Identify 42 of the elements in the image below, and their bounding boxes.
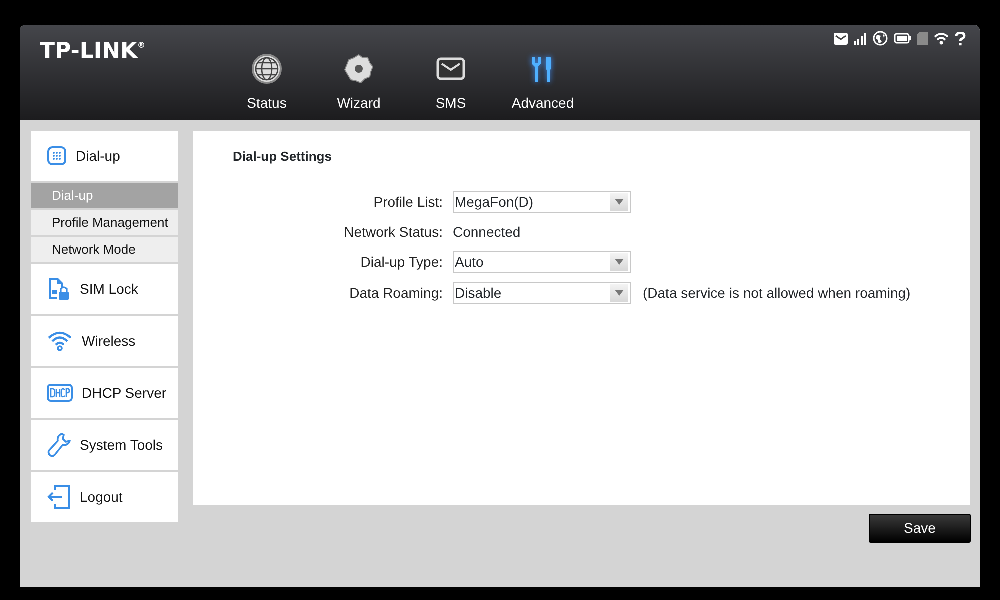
select-field[interactable]: Disable: [453, 282, 631, 304]
field-label: Profile List:: [372, 192, 444, 212]
panel-title: Dial-up Settings: [233, 148, 333, 166]
globe-icon: [873, 31, 888, 46]
sidebar-item[interactable]: System Tools: [31, 420, 178, 470]
nav-tab[interactable]: Advanced: [497, 53, 589, 114]
field-note: (Data service is not allowed when roaming): [643, 284, 911, 303]
nav-tab[interactable]: Status: [221, 53, 313, 114]
help-icon: [955, 32, 966, 46]
save-button[interactable]: Save: [869, 514, 971, 543]
sidebar-item[interactable]: Logout: [31, 472, 178, 522]
caret-icon: [614, 199, 624, 205]
sidebar-item[interactable]: SIM Lock: [31, 264, 178, 314]
field-label: Data Roaming:: [348, 284, 444, 303]
wifi-icon: [934, 32, 949, 45]
field-label: Dial-up Type:: [360, 252, 444, 272]
nav-tab[interactable]: SMS: [405, 53, 497, 114]
sidebar-item[interactable]: Wireless: [31, 316, 178, 366]
globe-icon: [251, 53, 283, 85]
battery-icon: [894, 33, 911, 44]
gear-icon: [343, 53, 375, 85]
field-label: Network Status:: [343, 222, 444, 242]
logout-icon: [47, 484, 71, 510]
caret-icon: [614, 259, 624, 265]
submenu-item[interactable]: Network Mode: [31, 237, 178, 262]
submenu-item[interactable]: Profile Management: [31, 210, 178, 235]
sidebar-item[interactable]: Dial-up: [31, 131, 178, 181]
envelope-icon: [834, 32, 848, 44]
select-field[interactable]: MegaFon(D): [453, 191, 631, 213]
signal-icon: [854, 32, 867, 44]
sd-card-icon: [917, 32, 928, 45]
field-value: Connected: [453, 222, 521, 242]
dhcp-icon: [47, 384, 73, 402]
select-field[interactable]: Auto: [453, 251, 631, 273]
logo: TP-LINK$^{®}$: [40, 38, 146, 66]
caret-icon: [614, 290, 624, 296]
sim-lock-icon: [47, 277, 71, 301]
wrench-icon: [47, 432, 71, 458]
nav-tab[interactable]: Wizard: [313, 53, 405, 114]
wifi-icon: [47, 330, 73, 352]
sidebar-item[interactable]: DHCP Server: [31, 368, 178, 418]
grid-icon: [47, 146, 67, 166]
